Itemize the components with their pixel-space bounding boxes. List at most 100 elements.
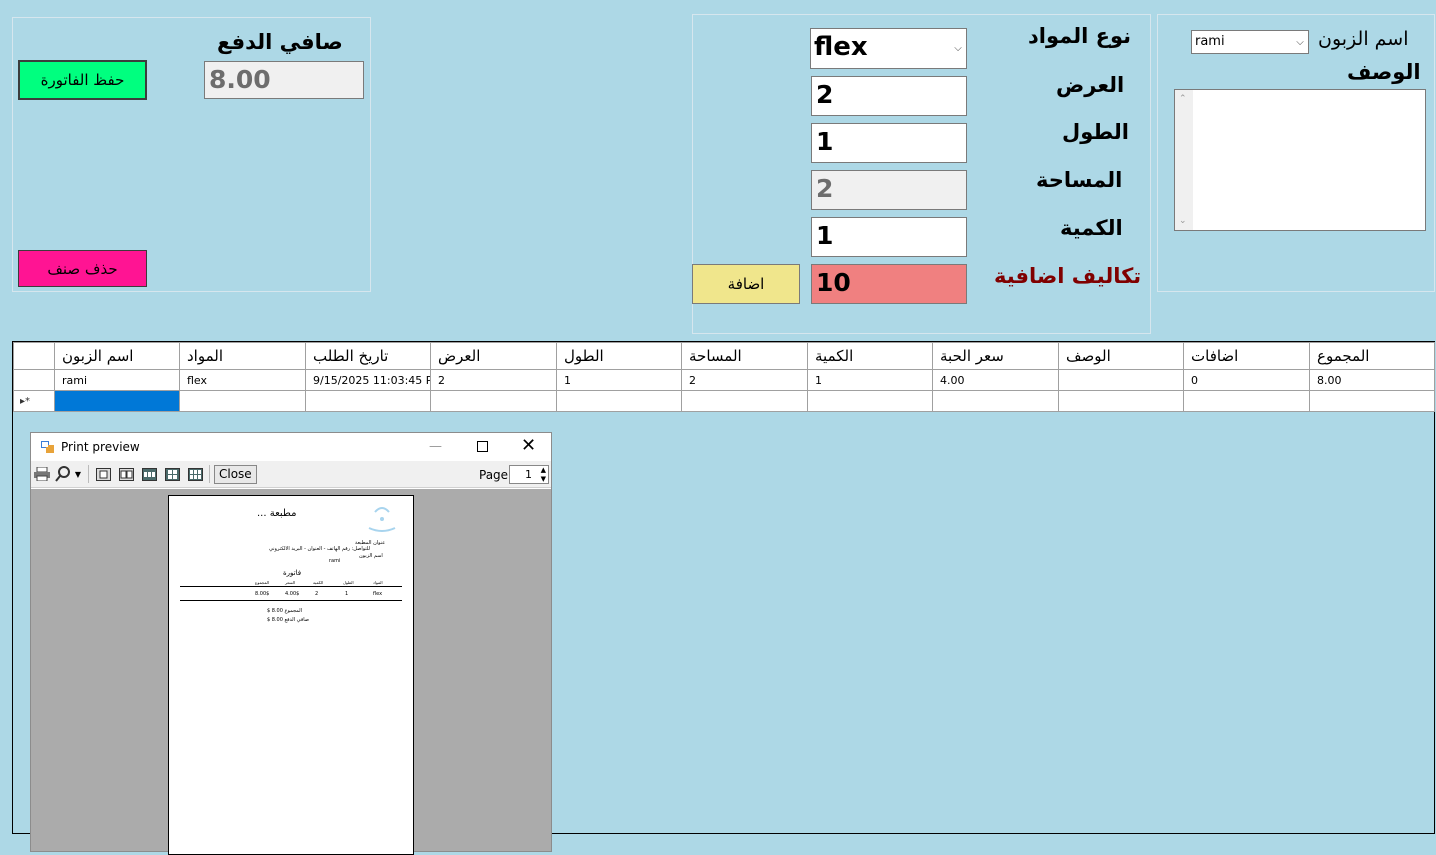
extra-costs-field[interactable]: 10: [811, 264, 967, 304]
paper-col-header: الكمية: [313, 580, 324, 585]
area-field: 2: [811, 170, 967, 210]
one-page-icon[interactable]: [95, 466, 111, 482]
print-preview-window[interactable]: Print preview — ✕ ▼ Close Page 1 ▲ ▼ مطب…: [30, 432, 552, 855]
grid-cell[interactable]: [1183, 390, 1310, 412]
page-number-stepper[interactable]: 1 ▲ ▼: [509, 465, 549, 484]
grid-cell[interactable]: [305, 390, 431, 412]
quantity-label: الكمية: [1060, 216, 1123, 240]
grid-cell[interactable]: [430, 390, 557, 412]
paper-cell: flex: [373, 591, 383, 597]
paper-cell: 1: [345, 591, 349, 597]
paper-cell: 2: [315, 591, 319, 597]
maximize-icon[interactable]: [477, 441, 488, 452]
column-header[interactable]: العرض: [430, 342, 557, 370]
zoom-icon[interactable]: [55, 466, 71, 482]
grid-cell[interactable]: 4.00: [932, 369, 1059, 391]
paper-cell: 4.00$: [285, 591, 300, 597]
column-header[interactable]: الكمية: [807, 342, 933, 370]
grid-cell[interactable]: rami: [54, 369, 180, 391]
toolbar-separator: [209, 465, 210, 483]
print-preview-title: Print preview: [61, 440, 140, 454]
column-header[interactable]: اسم الزبون: [54, 342, 180, 370]
close-preview-button[interactable]: Close: [214, 465, 257, 484]
chevron-down-icon: ⌵: [1296, 36, 1304, 48]
column-header[interactable]: الطول: [556, 342, 682, 370]
print-icon[interactable]: [34, 466, 50, 482]
paper-logo: [365, 504, 399, 534]
grid-cell[interactable]: [681, 390, 808, 412]
paper-invoice-title: فاتورة: [283, 569, 302, 577]
extra-costs-label: تكاليف اضافية: [994, 264, 1142, 288]
new-row-marker[interactable]: ▸*: [13, 390, 55, 412]
add-button[interactable]: اضافة: [692, 264, 800, 304]
six-pages-icon[interactable]: [187, 466, 203, 482]
grid-cell[interactable]: [807, 390, 933, 412]
scroll-up-icon[interactable]: ⌃: [1179, 94, 1187, 104]
column-header[interactable]: المساحة: [681, 342, 808, 370]
two-pages-icon[interactable]: [118, 466, 134, 482]
scroll-down-icon[interactable]: ⌄: [1179, 216, 1187, 226]
paper-rule: [180, 600, 402, 601]
material-type-label: نوع المواد: [1028, 24, 1132, 48]
material-type-combobox[interactable]: flex ⌵: [810, 28, 967, 69]
grid-cell[interactable]: [1058, 369, 1184, 391]
save-invoice-button[interactable]: حفظ الفاتورة: [18, 60, 147, 100]
new-row[interactable]: ▸*: [13, 390, 1435, 412]
customer-combobox[interactable]: rami ⌵: [1191, 30, 1309, 54]
zoom-dropdown-icon[interactable]: ▼: [73, 466, 83, 482]
grid-cell[interactable]: flex: [179, 369, 306, 391]
three-pages-icon[interactable]: [141, 466, 157, 482]
grid-cell[interactable]: [1309, 390, 1435, 412]
paper-col-header: المجموع: [255, 580, 269, 585]
column-header[interactable]: اضافات: [1183, 342, 1310, 370]
column-header[interactable]: المجموع: [1309, 342, 1435, 370]
paper-cell: 8.00$: [255, 591, 270, 597]
area-label: المساحة: [1036, 168, 1123, 192]
close-icon[interactable]: ✕: [521, 435, 536, 456]
description-scrollbar[interactable]: ⌃ ⌄: [1175, 90, 1193, 230]
grid-cell[interactable]: 9/15/2025 11:03:45 PM: [305, 369, 431, 391]
paper-rule: [180, 586, 402, 587]
column-header[interactable]: تاريخ الطلب: [305, 342, 431, 370]
grid-cell[interactable]: 2: [681, 369, 808, 391]
column-header[interactable]: الوصف: [1058, 342, 1184, 370]
stepper-down-icon[interactable]: ▼: [541, 475, 546, 483]
paper-line2: للتواصل: رقم الهاتف - العنوان - البريد ا…: [269, 546, 370, 552]
width-label: العرض: [1056, 73, 1125, 97]
width-field[interactable]: 2: [811, 76, 967, 116]
grid-cell[interactable]: 1: [807, 369, 933, 391]
grid-cell[interactable]: [179, 390, 306, 412]
stepper-up-icon[interactable]: ▲: [541, 466, 546, 474]
grid-cell[interactable]: 0: [1183, 369, 1310, 391]
grid-cell[interactable]: 8.00: [1309, 369, 1435, 391]
grid-cell[interactable]: [1058, 390, 1184, 412]
row-header[interactable]: [13, 369, 55, 391]
grid-cell[interactable]: [932, 390, 1059, 412]
paper-col-header: الطول: [343, 580, 354, 585]
description-textarea[interactable]: ⌃ ⌄: [1174, 89, 1426, 231]
grid-cell[interactable]: 2: [430, 369, 557, 391]
four-pages-icon[interactable]: [164, 466, 180, 482]
grid-cell[interactable]: 1: [556, 369, 682, 391]
print-preview-titlebar[interactable]: Print preview — ✕: [31, 433, 551, 461]
minimize-icon[interactable]: —: [429, 439, 442, 454]
delete-item-button[interactable]: حذف صنف: [18, 250, 147, 287]
toolbar-separator: [88, 465, 89, 483]
customer-combobox-value: rami: [1195, 34, 1225, 49]
net-payment-field: 8.00: [204, 61, 364, 99]
print-preview-canvas[interactable]: مطبعة ... عنوان المطبعة للتواصل: رقم اله…: [31, 489, 551, 855]
paper-col-header: السعر: [285, 580, 296, 585]
chevron-down-icon: ⌵: [954, 43, 962, 54]
print-preview-app-icon: [41, 441, 54, 453]
row-header-corner[interactable]: [13, 342, 55, 370]
table-row[interactable]: rami flex 9/15/2025 11:03:45 PM 2 1 2 1 …: [13, 369, 1435, 391]
column-header[interactable]: المواد: [179, 342, 306, 370]
paper-col-header: المواد: [373, 580, 383, 585]
grid-cell-selected[interactable]: [54, 390, 180, 412]
page-label: Page: [479, 468, 509, 482]
preview-page: مطبعة ... عنوان المطبعة للتواصل: رقم اله…: [168, 495, 414, 855]
column-header[interactable]: سعر الحبة: [932, 342, 1059, 370]
length-field[interactable]: 1: [811, 123, 967, 163]
grid-cell[interactable]: [556, 390, 682, 412]
quantity-field[interactable]: 1: [811, 217, 967, 257]
